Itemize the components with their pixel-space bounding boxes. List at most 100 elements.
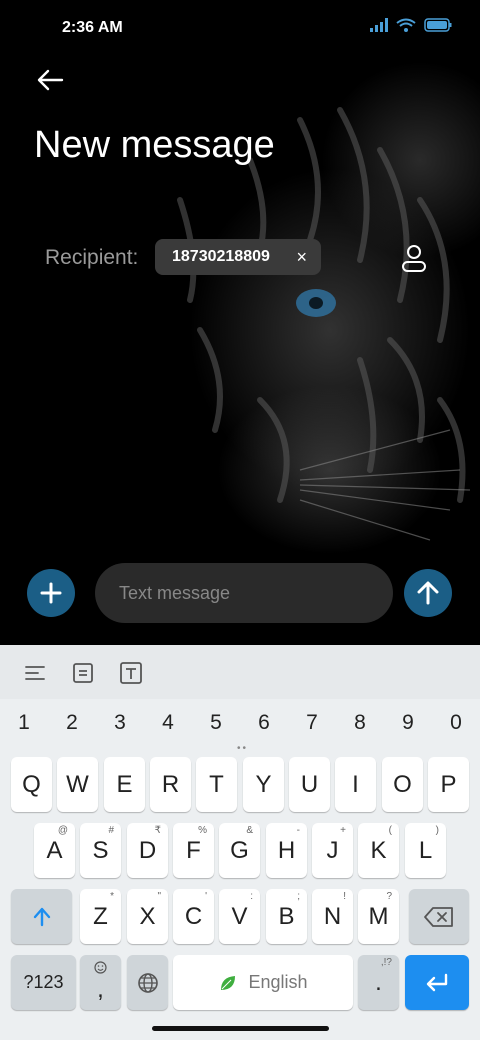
text-align-icon[interactable] (23, 661, 47, 685)
key-letter[interactable]: Q (11, 757, 52, 812)
backspace-icon (424, 906, 453, 927)
key-letter[interactable]: " X (127, 889, 168, 944)
clipboard-icon[interactable] (71, 661, 95, 685)
key-letter[interactable]: ₹ D (127, 823, 168, 878)
period-key[interactable]: ,!? . (358, 955, 399, 1010)
key-label: M (368, 902, 389, 930)
key-letter[interactable]: Y (243, 757, 284, 812)
signal-icon (370, 18, 388, 32)
key-label: B (278, 902, 295, 930)
key-label: J (326, 836, 339, 864)
key-letter[interactable]: P (428, 757, 469, 812)
key-letter[interactable]: % F (173, 823, 214, 878)
key-digit[interactable]: 1 (9, 711, 39, 735)
key-alt-char: + (340, 825, 346, 836)
globe-icon (137, 972, 158, 993)
key-label: K (370, 836, 387, 864)
page-indicator: •• (237, 743, 249, 754)
key-letter[interactable]: ; B (266, 889, 307, 944)
key-alt-char: ' (205, 891, 207, 902)
enter-arrow-icon (426, 973, 448, 991)
key-digit[interactable]: 4 (153, 711, 183, 735)
key-alt-char: # (108, 825, 114, 836)
home-indicator[interactable] (152, 1026, 329, 1031)
key-letter[interactable]: ' C (173, 889, 214, 944)
keyboard: 1 2 3 4 5 6 7 8 9 0 •• Q W E R T Y U I O… (0, 645, 480, 1040)
page-title: New message (34, 124, 275, 166)
comma-label: , (97, 975, 104, 1003)
status-icons (370, 18, 452, 32)
key-label: G (230, 836, 249, 864)
key-letter[interactable]: + J (312, 823, 353, 878)
key-digit[interactable]: 2 (57, 711, 87, 735)
key-alt-char: " (157, 891, 161, 902)
emoji-comma-key[interactable]: , (80, 955, 121, 1010)
key-digit[interactable]: 3 (105, 711, 135, 735)
key-letter[interactable]: & G (219, 823, 260, 878)
key-alt-char: - (296, 825, 300, 836)
key-letter[interactable]: T (196, 757, 237, 812)
key-letter[interactable]: * Z (80, 889, 121, 944)
battery-icon (424, 18, 452, 32)
key-label: F (186, 836, 201, 864)
shift-key[interactable] (11, 889, 72, 944)
period-label: . (375, 968, 382, 996)
back-arrow-icon[interactable] (34, 64, 66, 96)
key-letter[interactable]: R (150, 757, 191, 812)
key-label: X (139, 902, 156, 930)
text-format-icon[interactable] (119, 661, 143, 685)
key-letter[interactable]: @ A (34, 823, 75, 878)
key-digit[interactable]: 6 (249, 711, 279, 735)
enter-key[interactable] (405, 955, 469, 1010)
key-alt-char: ? (386, 891, 392, 902)
key-alt-char: : (250, 891, 253, 902)
message-input[interactable]: Text message (95, 563, 393, 623)
key-letter[interactable]: :V (219, 889, 260, 944)
key-digit[interactable]: 7 (297, 711, 327, 735)
contact-picker-icon[interactable] (398, 242, 430, 274)
key-label: D (138, 836, 157, 864)
key-letter[interactable]: O (382, 757, 423, 812)
key-digit[interactable]: 5 (201, 711, 231, 735)
symbols-key[interactable]: ?123 (11, 955, 76, 1010)
key-label: S (92, 836, 109, 864)
attach-button[interactable] (27, 569, 75, 617)
key-alt-char: ! (343, 891, 346, 902)
key-letter[interactable]: U (289, 757, 330, 812)
arrow-up-icon (417, 581, 439, 605)
key-letter[interactable]: I (335, 757, 376, 812)
key-letter[interactable]: E (104, 757, 145, 812)
key-letter[interactable]: ) L (405, 823, 446, 878)
tiger-wallpaper (177, 107, 471, 541)
key-letter[interactable]: ? M (358, 889, 399, 944)
recipient-label: Recipient: (45, 246, 139, 269)
key-letter[interactable]: ! N (312, 889, 353, 944)
leaf-icon (221, 975, 236, 990)
key-alt-char: * (110, 891, 114, 902)
key-alt-char: % (198, 825, 207, 836)
key-digit[interactable]: 8 (345, 711, 375, 735)
key-label: Z (93, 902, 108, 930)
backspace-key[interactable] (409, 889, 469, 944)
language-key[interactable] (127, 955, 168, 1010)
key-digit[interactable]: 0 (441, 711, 471, 735)
key-alt-char: @ (57, 825, 68, 836)
key-letter[interactable]: # S (80, 823, 121, 878)
key-letter[interactable]: -H (266, 823, 307, 878)
key-alt-char: ) (435, 825, 439, 836)
send-button[interactable] (404, 569, 452, 617)
shift-arrow-icon (33, 907, 50, 926)
space-bar[interactable]: English (173, 955, 353, 1010)
emoji-icon (94, 961, 107, 974)
number-row: 1 2 3 4 5 6 7 8 9 0 (0, 705, 480, 741)
key-letter[interactable]: W (57, 757, 98, 812)
status-time: 2:36 AM (62, 19, 123, 36)
key-label: A (46, 836, 63, 864)
key-letter[interactable]: (K (358, 823, 399, 878)
key-alt-char: & (246, 825, 253, 836)
key-digit[interactable]: 9 (393, 711, 423, 735)
remove-recipient-button[interactable]: × (296, 247, 307, 268)
recipient-chip[interactable]: 18730218809 × (155, 239, 321, 275)
status-bar: 2:36 AM (0, 14, 480, 42)
key-alt-char: ; (297, 891, 300, 902)
